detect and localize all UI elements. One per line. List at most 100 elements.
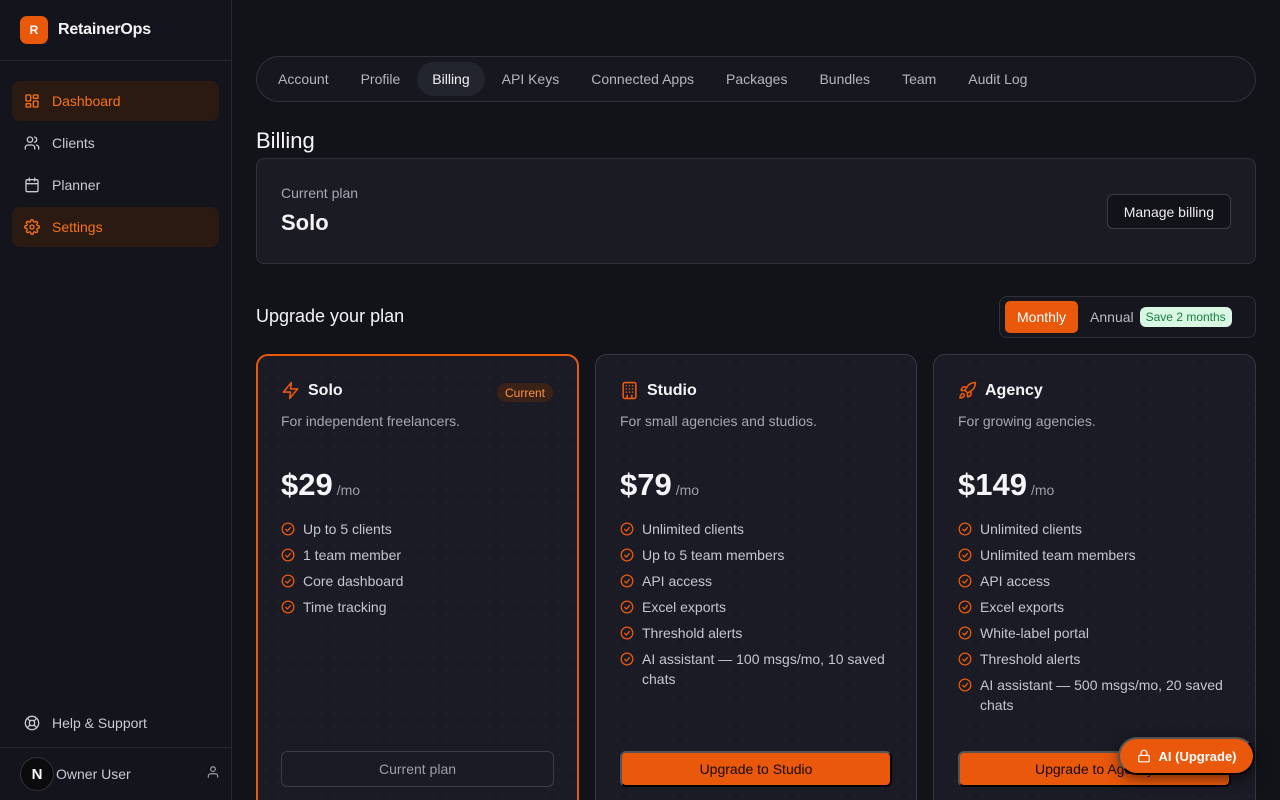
feature-list: Up to 5 clients 1 team member Core dashboa…: [281, 519, 571, 623]
bolt-icon: [282, 381, 299, 400]
brand-name: RetainerOps: [58, 21, 151, 38]
check-circle-icon: [281, 574, 295, 588]
feature-item: Unlimited clients: [958, 519, 1248, 539]
calendar-icon: [25, 177, 39, 193]
sidebar: R RetainerOps Dashboard Clients Planner …: [0, 0, 232, 800]
gear-icon: [24, 219, 40, 235]
plan-price: $79 /mo: [620, 467, 699, 503]
feature-list: Unlimited clients Unlimited team members A…: [958, 519, 1248, 721]
plan-card-agency: Agency For growing agencies. $149 /mo Un…: [933, 354, 1256, 800]
sidebar-item-dashboard[interactable]: Dashboard: [12, 81, 219, 121]
check-circle-icon: [620, 548, 634, 562]
tab-team[interactable]: Team: [887, 62, 951, 96]
feature-item: Threshold alerts: [620, 623, 910, 643]
tab-account[interactable]: Account: [263, 62, 344, 96]
feature-text: 1 team member: [303, 547, 402, 563]
plan-header: Agency: [958, 381, 1043, 400]
avatar[interactable]: N: [20, 757, 54, 791]
price-period: /mo: [1030, 482, 1055, 498]
check-circle-icon: [958, 548, 972, 562]
feature-item: Excel exports: [958, 597, 1248, 617]
feature-text: Threshold alerts: [980, 651, 1081, 667]
sidebar-item-help[interactable]: Help & Support: [12, 703, 219, 743]
lock-icon: [1137, 749, 1150, 763]
feature-item: Threshold alerts: [958, 649, 1248, 669]
lifebuoy-icon: [24, 715, 40, 731]
upgrade-title: Upgrade your plan: [256, 306, 405, 326]
check-circle-icon: [958, 626, 972, 640]
tab-api-keys[interactable]: API Keys: [487, 62, 575, 96]
settings-tabs: Account Profile Billing API Keys Connect…: [256, 56, 1256, 102]
current-plan-name: Solo: [281, 210, 329, 235]
page-title: Billing: [256, 128, 315, 153]
feature-text: Up to 5 team members: [642, 547, 785, 563]
plan-name: Solo: [308, 381, 343, 399]
feature-text: AI assistant — 500 msgs/mo, 20 saved cha…: [980, 677, 1223, 713]
check-circle-icon: [620, 522, 634, 536]
feature-item: White-label portal: [958, 623, 1248, 643]
sidebar-divider: [0, 60, 231, 61]
sidebar-item-label: Settings: [52, 219, 103, 235]
check-circle-icon: [620, 652, 634, 666]
plan-description: For small agencies and studios.: [620, 413, 817, 429]
rocket-icon: [959, 381, 977, 399]
feature-item: Excel exports: [620, 597, 910, 617]
plan-name: Agency: [985, 381, 1043, 399]
sidebar-item-label: Help & Support: [52, 715, 147, 731]
price-period: /mo: [336, 482, 361, 498]
price-amount: $79: [620, 467, 672, 502]
sidebar-item-settings[interactable]: Settings: [12, 207, 219, 247]
feature-item: Unlimited team members: [958, 545, 1248, 565]
check-circle-icon: [958, 678, 972, 692]
check-circle-icon: [281, 522, 295, 536]
feature-list: Unlimited clients Up to 5 team members API…: [620, 519, 910, 695]
brand[interactable]: R RetainerOps: [20, 16, 151, 44]
users-icon: [24, 136, 40, 150]
feature-item: Unlimited clients: [620, 519, 910, 539]
sidebar-item-clients[interactable]: Clients: [12, 123, 219, 163]
tab-billing[interactable]: Billing: [417, 62, 485, 96]
plan-description: For growing agencies.: [958, 413, 1096, 429]
annual-option[interactable]: Annual: [1090, 309, 1134, 325]
check-circle-icon: [958, 522, 972, 536]
brand-logo: R: [20, 16, 48, 44]
plan-name: Studio: [647, 381, 697, 399]
current-badge: Current: [496, 383, 553, 402]
check-circle-icon: [281, 600, 295, 614]
monthly-option[interactable]: Monthly: [1005, 301, 1079, 333]
upgrade-studio-button[interactable]: Upgrade to Studio: [620, 751, 892, 787]
current-plan-button[interactable]: Current plan: [281, 751, 554, 787]
user-name: Owner User: [56, 766, 131, 782]
dashboard-icon: [25, 94, 39, 108]
feature-text: Unlimited clients: [642, 521, 744, 537]
feature-text: Excel exports: [980, 599, 1065, 615]
tab-packages[interactable]: Packages: [711, 62, 802, 96]
save-badge: Save 2 months: [1139, 307, 1232, 327]
plan-description: For independent freelancers.: [281, 413, 460, 429]
tab-audit-log[interactable]: Audit Log: [953, 62, 1042, 96]
sidebar-item-planner[interactable]: Planner: [12, 165, 219, 205]
plan-header: Solo: [281, 381, 343, 400]
manage-billing-button[interactable]: Manage billing: [1106, 194, 1231, 229]
user-icon[interactable]: [206, 765, 220, 784]
tab-connected-apps[interactable]: Connected Apps: [576, 62, 709, 96]
plan-card-studio: Studio For small agencies and studios. $…: [595, 354, 917, 800]
feature-item: Time tracking: [281, 597, 571, 617]
user-menu[interactable]: N Owner User: [20, 754, 220, 794]
check-circle-icon: [620, 574, 634, 588]
check-circle-icon: [958, 574, 972, 588]
feature-item: API access: [620, 571, 910, 591]
feature-text: Up to 5 clients: [303, 521, 392, 537]
feature-item: Up to 5 clients: [281, 519, 571, 539]
sidebar-nav: Dashboard Clients Planner Settings: [12, 81, 219, 249]
feature-item: AI assistant — 100 msgs/mo, 10 saved cha…: [620, 649, 910, 689]
check-circle-icon: [281, 548, 295, 562]
ai-upgrade-label: AI (Upgrade): [1158, 748, 1237, 764]
check-circle-icon: [620, 626, 634, 640]
sidebar-item-label: Clients: [52, 135, 95, 151]
ai-upgrade-button[interactable]: AI (Upgrade): [1118, 737, 1255, 775]
feature-text: Unlimited clients: [980, 521, 1082, 537]
feature-text: Core dashboard: [303, 573, 404, 589]
tab-profile[interactable]: Profile: [346, 62, 416, 96]
tab-bundles[interactable]: Bundles: [804, 62, 885, 96]
